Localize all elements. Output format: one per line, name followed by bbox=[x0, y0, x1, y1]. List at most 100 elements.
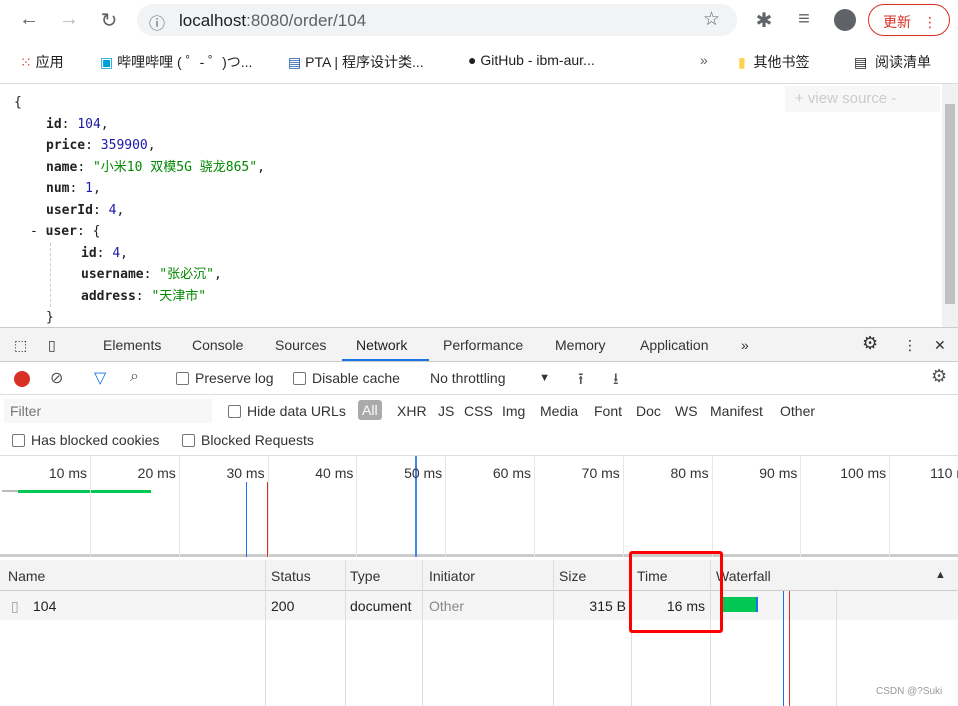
disable-cache-checkbox[interactable]: Disable cache bbox=[293, 370, 400, 386]
hide-data-urls-checkbox[interactable]: Hide data URLs bbox=[228, 403, 346, 419]
device-toolbar-icon[interactable]: ▯ bbox=[48, 337, 56, 354]
type-manifest[interactable]: Manifest bbox=[710, 403, 763, 419]
page-scrollbar[interactable] bbox=[942, 84, 958, 327]
row-size: 315 B bbox=[589, 598, 626, 614]
url-host: localhost bbox=[179, 11, 247, 30]
type-media[interactable]: Media bbox=[540, 403, 578, 419]
column-divider[interactable] bbox=[265, 560, 266, 706]
more-tabs[interactable]: » bbox=[741, 337, 749, 353]
view-source-button[interactable]: + view source - bbox=[785, 86, 940, 112]
export-har-icon[interactable]: ⭳ bbox=[613, 368, 619, 395]
record-icon[interactable] bbox=[14, 371, 30, 387]
reload-icon[interactable]: ↻ bbox=[97, 8, 121, 33]
sort-up-icon[interactable]: ▲ bbox=[935, 569, 946, 581]
tab-sources[interactable]: Sources bbox=[275, 337, 326, 353]
inspect-icon[interactable]: ⬚ bbox=[14, 337, 27, 354]
bilibili-icon: ▣ bbox=[100, 54, 114, 70]
overview-gridline bbox=[90, 456, 91, 557]
row-name[interactable]: 104 bbox=[33, 598, 56, 614]
devtools-tabbar: ⬚ ▯ Elements Console Sources Network Per… bbox=[0, 327, 958, 362]
column-divider[interactable] bbox=[345, 560, 346, 706]
bookmark-pta[interactable]: ▤ PTA | 程序设计类... bbox=[288, 52, 424, 72]
type-doc[interactable]: Doc bbox=[636, 403, 661, 419]
star-icon[interactable]: ☆ bbox=[703, 8, 720, 31]
tab-console[interactable]: Console bbox=[192, 337, 243, 353]
overview-queue-bar bbox=[2, 490, 18, 492]
import-har-icon[interactable]: ⭱ bbox=[578, 368, 584, 395]
type-font[interactable]: Font bbox=[594, 403, 622, 419]
row-status: 200 bbox=[271, 598, 295, 614]
pta-icon: ▤ bbox=[288, 54, 302, 70]
overview-tick-label: 110 ms bbox=[930, 465, 958, 481]
blocked-requests-checkbox[interactable]: Blocked Requests bbox=[182, 432, 314, 448]
bookmark-other[interactable]: ▮ 其他书签 bbox=[738, 52, 810, 72]
type-all[interactable]: All bbox=[358, 400, 382, 420]
overview-gridline bbox=[889, 456, 891, 557]
address-bar[interactable]: ⓘ localhost:8080/order/104 ☆ bbox=[137, 4, 737, 36]
type-css[interactable]: CSS bbox=[464, 403, 493, 419]
overview-gridline bbox=[622, 456, 624, 557]
column-divider[interactable] bbox=[836, 591, 837, 706]
watermark: CSDN @?Suki bbox=[876, 686, 943, 697]
has-blocked-cookies-checkbox[interactable]: Has blocked cookies bbox=[12, 432, 159, 448]
overview-tick-label: 10 ms bbox=[48, 465, 87, 481]
col-name[interactable]: Name bbox=[8, 568, 45, 584]
bookmark-bilibili[interactable]: ▣ 哔哩哔哩 ( ゜- ゜)つ... bbox=[100, 52, 252, 72]
throttling-select[interactable]: No throttling ▼ bbox=[430, 370, 550, 386]
row-initiator: Other bbox=[429, 598, 465, 614]
col-type[interactable]: Type bbox=[350, 568, 380, 584]
column-divider[interactable] bbox=[553, 560, 554, 706]
waterfall-load-line bbox=[789, 591, 790, 706]
tab-memory[interactable]: Memory bbox=[555, 337, 606, 353]
network-toolbar: ⊘ ▽ ⌕ Preserve log Disable cache No thro… bbox=[0, 362, 958, 395]
extensions-icon[interactable]: ✱ bbox=[752, 8, 776, 33]
overview-tick-label: 90 ms bbox=[759, 465, 798, 481]
type-js[interactable]: JS bbox=[438, 403, 454, 419]
filter-icon[interactable]: ▽ bbox=[94, 368, 106, 388]
reading-list[interactable]: ▤ 阅读清单 bbox=[854, 52, 931, 72]
back-icon[interactable]: ← bbox=[17, 8, 41, 31]
overview-tick-label: 60 ms bbox=[492, 465, 531, 481]
network-settings-icon[interactable]: ⚙ bbox=[931, 366, 947, 387]
forward-icon[interactable]: → bbox=[57, 8, 81, 31]
overview-request-bar bbox=[18, 490, 151, 493]
bookmark-apps[interactable]: ⁙ 应用 bbox=[20, 52, 64, 72]
clear-icon[interactable]: ⊘ bbox=[50, 368, 63, 388]
folder-icon: ▮ bbox=[738, 54, 746, 70]
filter-bar: Hide data URLs All XHR JS CSS Img Media … bbox=[0, 395, 958, 456]
column-divider[interactable] bbox=[422, 560, 423, 706]
media-icon[interactable]: ≡ bbox=[792, 8, 816, 31]
overview-gridline bbox=[267, 456, 269, 557]
preserve-log-checkbox[interactable]: Preserve log bbox=[176, 370, 274, 386]
collapse-toggle[interactable]: - bbox=[30, 224, 38, 239]
type-xhr[interactable]: XHR bbox=[397, 403, 427, 419]
tab-elements[interactable]: Elements bbox=[103, 337, 161, 353]
network-overview[interactable]: 10 ms 20 ms 30 ms 40 ms 50 ms 60 ms 70 ms 80 ms… bbox=[0, 456, 958, 557]
highlight-annotation-box bbox=[629, 551, 723, 633]
more-options-icon[interactable]: ⋮ bbox=[903, 337, 917, 354]
waterfall-dcl-line bbox=[783, 591, 784, 706]
table-row[interactable]: ▯ 104 200 document Other 315 B 16 ms bbox=[0, 591, 958, 620]
col-initiator[interactable]: Initiator bbox=[429, 568, 475, 584]
type-img[interactable]: Img bbox=[502, 403, 525, 419]
update-label: 更新 bbox=[883, 14, 911, 30]
tab-network[interactable]: Network bbox=[356, 337, 407, 353]
overview-tick-label: 70 ms bbox=[581, 465, 620, 481]
profile-avatar[interactable] bbox=[834, 9, 856, 31]
bookmark-github[interactable]: ● GitHub - ibm-aur... bbox=[468, 52, 595, 68]
search-icon[interactable]: ⌕ bbox=[130, 368, 139, 386]
bookmarks-more[interactable]: » bbox=[700, 52, 708, 68]
col-status[interactable]: Status bbox=[271, 568, 311, 584]
update-button[interactable]: 更新 ⋮ bbox=[868, 4, 950, 36]
col-waterfall[interactable]: Waterfall bbox=[716, 568, 771, 584]
active-tab-indicator bbox=[342, 359, 429, 361]
tab-application[interactable]: Application bbox=[640, 337, 709, 353]
filter-input[interactable] bbox=[4, 399, 212, 423]
tab-performance[interactable]: Performance bbox=[443, 337, 523, 353]
col-size[interactable]: Size bbox=[559, 568, 586, 584]
type-other[interactable]: Other bbox=[780, 403, 815, 419]
overview-tick-label: 100 ms bbox=[840, 465, 887, 481]
close-devtools-icon[interactable]: ✕ bbox=[934, 337, 946, 354]
settings-icon[interactable]: ⚙ bbox=[862, 333, 878, 354]
type-ws[interactable]: WS bbox=[675, 403, 698, 419]
